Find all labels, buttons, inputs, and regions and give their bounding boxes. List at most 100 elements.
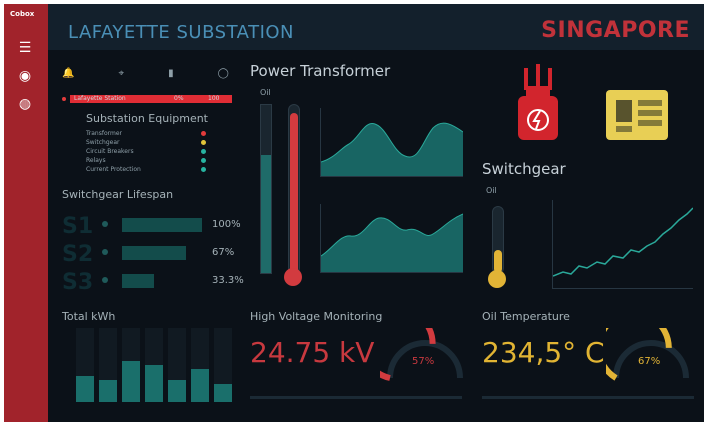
city-title: SINGAPORE [541,18,690,43]
divider [482,396,694,399]
top-bar: LAFAYETTE SUBSTATION SINGAPORE [48,4,704,50]
high-voltage-gauge-value: 57% [412,356,435,367]
equipment-item[interactable]: Transformer [86,130,206,137]
lifespan-value: 100% [212,219,241,230]
transformer-icon [518,64,558,140]
user-icon[interactable]: ◍ [16,96,34,112]
pt-area-bottom [320,213,464,272]
kwh-column [191,328,209,402]
kwh-bar [99,379,117,402]
site-title: LAFAYETTE SUBSTATION [68,22,295,43]
left-column: 🔔 ⌖ ▮ ◯ Lafayette Station 0% 100 Substat… [62,68,242,188]
equipment-label: Transformer [86,130,123,137]
kwh-column [145,328,163,402]
high-voltage-panel: High Voltage Monitoring 24.75 kV 57% [250,305,470,410]
kwh-column [168,328,186,402]
pt-temp-bulb [284,268,302,286]
status-dot [201,131,206,136]
switchgear-title: Switchgear [482,160,566,178]
switchgear-level-bulb [488,270,506,288]
oil-temperature-gauge: 67% [595,309,696,388]
pt-oil-level-fill [261,155,271,273]
lifespan-dot [102,221,108,227]
bulb-icon[interactable]: ◯ [218,68,229,79]
alarm-col-1: 0% [174,95,184,102]
lifespan-bar [122,246,186,260]
switchgear-icon [606,90,668,140]
oil-temperature-panel: Oil Temperature 234,5° C 67% [482,309,698,410]
switchgear-oil-label: Oil [486,186,497,195]
status-dot [201,167,206,172]
pt-area-top [320,122,464,176]
switchgear-illustration [604,84,670,144]
lifespan-bar [122,274,154,288]
status-dot [201,140,206,145]
lifespan-dot [102,277,108,283]
lifespan-id: S3 [62,270,94,295]
kwh-column [76,328,94,402]
divider [250,396,462,399]
power-transformer-title: Power Transformer [250,62,391,80]
lifespan-value: 67% [212,247,235,258]
equipment-item[interactable]: Circuit Breakers [86,148,206,155]
kwh-bar [214,383,232,402]
kwh-column [99,328,117,402]
lifespan-row: S1 100% [62,214,252,239]
switchgear-chart [552,200,694,289]
alarm-row[interactable]: Lafayette Station 0% 100 [62,94,232,104]
equipment-item[interactable]: Relays [86,157,206,164]
kwh-column [122,328,140,402]
equipment-item[interactable]: Current Protection [86,166,206,173]
transformer-illustration [508,62,568,154]
total-kwh-panel: Total kWh [62,310,242,410]
lifespan-row: S3 33.3% [62,270,252,295]
pt-oil-level-gauge [260,104,272,274]
pt-chart-top [320,108,464,177]
power-transformer-panel: Power Transformer Oil [250,62,470,302]
menu-icon[interactable]: ☰ [16,40,34,56]
switchgear-line [552,207,694,277]
lifespan-dot [102,249,108,255]
equipment-title: Substation Equipment [86,112,208,125]
switchgear-lifespan-panel: Switchgear Lifespan S1 100% S2 67% S3 33… [62,188,252,300]
kwh-bar [145,365,163,402]
alarm-header-icons: 🔔 ⌖ ▮ ◯ [62,68,229,79]
lifespan-title: Switchgear Lifespan [62,188,174,201]
dashboard-icon[interactable]: ◉ [16,68,34,84]
switchgear-panel: Switchgear Oil [482,160,698,300]
equipment-label: Relays [86,157,106,164]
kwh-bar [168,379,186,402]
sidebar: Cobox ☰ ◉ ◍ [4,4,48,422]
total-kwh-bars [76,328,236,402]
battery-icon[interactable]: ▮ [168,68,174,79]
kwh-bar [76,376,94,402]
lifespan-id: S2 [62,242,94,267]
lifespan-value: 33.3% [212,275,244,286]
oil-temperature-value: 234,5° C [482,336,605,369]
equipment-list: Transformer Switchgear Circuit Breakers … [86,130,206,173]
bell-icon[interactable]: 🔔 [62,68,74,79]
main-panel: LAFAYETTE SUBSTATION SINGAPORE 🔔 ⌖ ▮ ◯ L… [48,4,704,422]
pt-temp-fill [290,113,298,273]
high-voltage-gauge: 57% [359,305,470,388]
alarm-col-2: 100 [208,95,220,102]
kwh-bar [122,361,140,402]
pt-oil-label: Oil [260,88,271,97]
alarm-name: Lafayette Station [74,95,126,102]
switchgear-level-gauge [492,206,504,274]
location-icon[interactable]: ⌖ [118,68,124,79]
status-dot [201,149,206,154]
lifespan-id: S1 [62,214,94,239]
lifespan-row: S2 67% [62,242,252,267]
high-voltage-value: 24.75 kV [250,336,375,369]
pt-chart-bottom [320,204,464,273]
equipment-label: Switchgear [86,139,120,146]
kwh-column [214,328,232,402]
lifespan-bar [122,218,202,232]
dashboard-frame: Cobox ☰ ◉ ◍ LAFAYETTE SUBSTATION SINGAPO… [0,0,709,426]
equipment-item[interactable]: Switchgear [86,139,206,146]
pt-temp-gauge [288,104,300,274]
high-voltage-title: High Voltage Monitoring [250,310,383,323]
kwh-bar [191,368,209,402]
equipment-label: Circuit Breakers [86,148,134,155]
